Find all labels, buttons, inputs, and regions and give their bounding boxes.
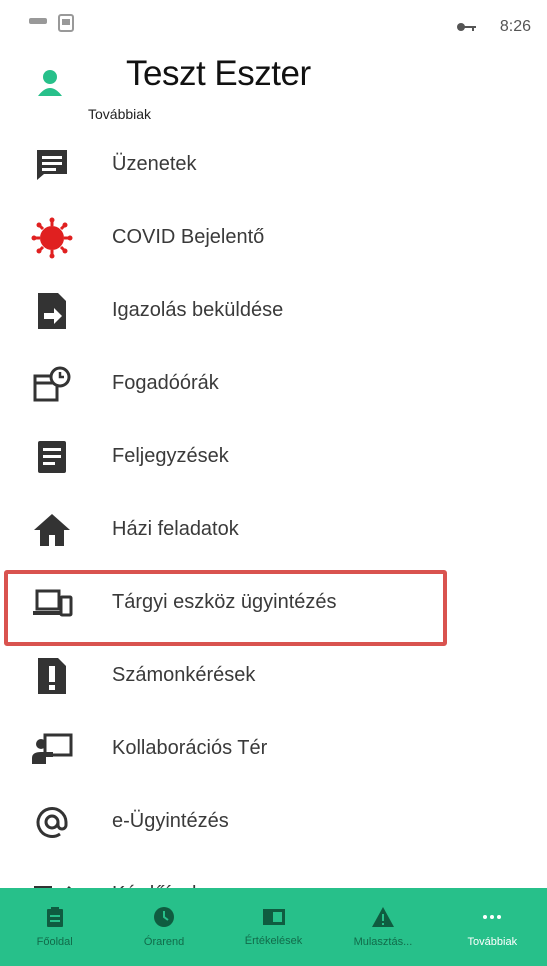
at-icon: [24, 794, 80, 850]
nav-item-fooldal[interactable]: Főoldal: [0, 888, 109, 966]
book-icon: [262, 909, 285, 925]
menu-item-szamonkeresek[interactable]: Számonkérések: [0, 639, 547, 712]
nav-item-ertekelesek[interactable]: Értékelések: [219, 888, 328, 966]
menu-item-fogadoorak[interactable]: Fogadóórák: [0, 347, 547, 420]
menu-item-feljegyzesek[interactable]: Feljegyzések: [0, 420, 547, 493]
menu-item-label: e-Ügyintézés: [112, 810, 229, 832]
menu-item-label: Feljegyzések: [112, 445, 229, 467]
nav-label: Továbbiak: [467, 936, 518, 948]
chat-icon: [24, 137, 80, 193]
menu-item-label: Igazolás beküldése: [112, 299, 284, 321]
menu-item-kollaboracios-ter[interactable]: Kollaborációs Tér: [0, 712, 547, 785]
menu-item-igazolas[interactable]: Igazolás beküldése: [0, 274, 547, 347]
menu-item-e-ugyintezes[interactable]: e-Ügyintézés: [0, 785, 547, 858]
note-icon: [24, 429, 80, 485]
nav-label: Órarend: [143, 936, 185, 948]
more-dots-icon: [483, 915, 502, 919]
menu-item-label: COVID Bejelentő: [112, 226, 265, 248]
nav-item-tovabbiak[interactable]: Továbbiak: [438, 888, 547, 966]
clock-text: 8:26: [499, 18, 531, 35]
clipboard-icon: [46, 907, 63, 927]
menu-item-targyi-eszkoz[interactable]: Tárgyi eszköz ügyintézés: [0, 566, 547, 646]
virus-icon: [24, 210, 80, 266]
more-link[interactable]: Továbbiak: [88, 106, 151, 122]
menu-item-label: Házi feladatok: [112, 518, 239, 540]
clock-icon: [154, 907, 175, 927]
nav-label: Mulasztás...: [353, 936, 413, 948]
nav-label: Értékelések: [244, 935, 303, 947]
devices-icon: [24, 575, 80, 631]
menu-item-uzenetek[interactable]: Üzenetek: [0, 128, 547, 201]
status-bar: 8:26: [0, 0, 547, 52]
menu-item-label: Üzenetek: [112, 153, 197, 175]
warning-icon: [371, 907, 394, 927]
presenter-icon: [24, 721, 80, 777]
home-icon: [24, 502, 80, 558]
drawer-header: Teszt Eszter Továbbiak: [0, 52, 547, 132]
user-name: Teszt Eszter: [126, 54, 311, 93]
bottom-navigation: Főoldal Órarend Értékelések Mulasztás...…: [0, 888, 547, 966]
notification-icon: [29, 18, 47, 24]
document-arrow-icon: [24, 283, 80, 339]
nav-label: Főoldal: [36, 936, 73, 948]
menu-item-label: Fogadóórák: [112, 372, 219, 394]
avatar-icon[interactable]: [36, 68, 64, 98]
nav-item-mulasztasok[interactable]: Mulasztás...: [328, 888, 437, 966]
menu-item-covid[interactable]: COVID Bejelentő: [0, 201, 547, 274]
menu-item-label: Számonkérések: [112, 664, 256, 686]
exclamation-doc-icon: [24, 648, 80, 704]
menu-item-label: Kollaborációs Tér: [112, 737, 268, 759]
screenshot-icon: [58, 14, 74, 32]
menu-item-hazi-feladatok[interactable]: Házi feladatok: [0, 493, 547, 566]
menu-item-label: Tárgyi eszköz ügyintézés: [112, 591, 337, 613]
key-icon: [456, 23, 476, 31]
drawer-menu: Üzenetek COVID Bejelentő Igazolás beküld…: [0, 128, 547, 931]
nav-item-orarend[interactable]: Órarend: [109, 888, 218, 966]
calendar-clock-icon: [24, 356, 80, 412]
